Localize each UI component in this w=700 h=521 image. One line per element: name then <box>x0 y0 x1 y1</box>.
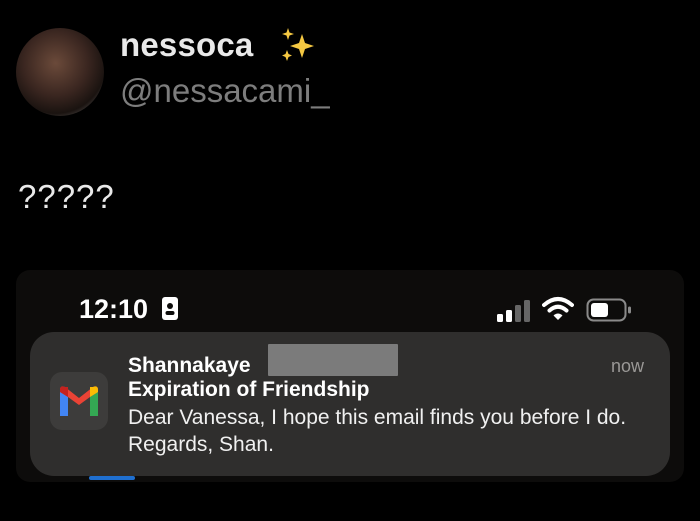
redaction-box <box>268 344 398 376</box>
status-bar-time: 12:10 <box>79 294 149 324</box>
notification-body: Dear Vanessa, I hope this email finds yo… <box>128 406 627 456</box>
notification-sender: Shannakaye <box>128 354 251 377</box>
notification-subject: Expiration of Friendship <box>128 378 370 401</box>
display-name[interactable]: nessoca <box>120 26 253 64</box>
home-indicator-mark <box>89 476 135 480</box>
notification-time: now <box>610 356 644 376</box>
user-handle[interactable]: @nessacami_ <box>120 72 330 110</box>
id-badge-icon <box>162 297 178 320</box>
email-notification[interactable]: Shannakaye now Expiration of Friendship … <box>30 332 670 476</box>
avatar[interactable] <box>16 28 104 116</box>
attached-screenshot[interactable]: 12:10 Shannakaye now Expiration of Frien… <box>16 270 684 482</box>
gmail-icon <box>50 372 108 430</box>
tweet-text: ????? <box>18 178 115 215</box>
sparkles-icon <box>282 28 314 61</box>
wifi-icon <box>542 297 574 320</box>
cellular-signal-icon <box>497 300 530 322</box>
battery-icon <box>586 298 631 322</box>
